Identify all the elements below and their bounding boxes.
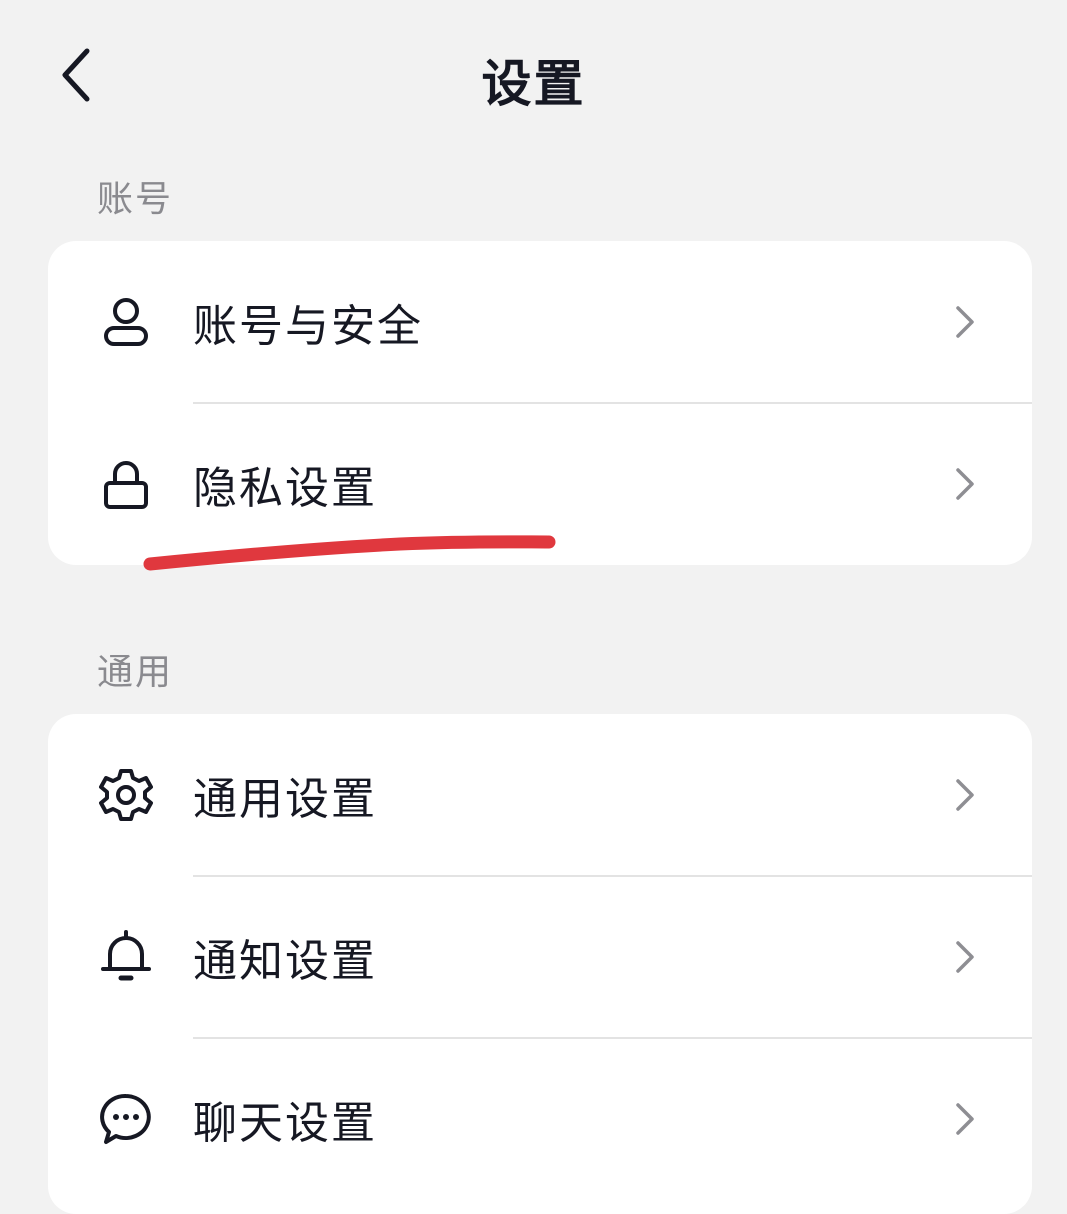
general-settings-card: 通用设置 通知设置 聊天设置 [48, 714, 1032, 1214]
bell-icon [96, 927, 156, 987]
section-label-account: 账号 [97, 179, 174, 220]
user-icon [96, 292, 156, 352]
chevron-right-icon [950, 464, 980, 504]
page-title: 设置 [481, 55, 586, 113]
settings-item-general[interactable]: 通用设置 [48, 714, 1032, 876]
settings-item-label: 隐私设置 [193, 463, 377, 514]
settings-item-label: 账号与安全 [193, 301, 423, 352]
chevron-right-icon [950, 775, 980, 815]
section-label-general: 通用 [97, 652, 174, 693]
gear-icon [96, 765, 156, 825]
chevron-right-icon [950, 302, 980, 342]
settings-item-label: 通用设置 [193, 774, 377, 825]
settings-item-notifications[interactable]: 通知设置 [48, 876, 1032, 1038]
account-settings-card: 账号与安全 隐私设置 [48, 241, 1032, 565]
top-navigation-bar: 设置 [0, 0, 1067, 150]
chevron-right-icon [950, 1099, 980, 1139]
chat-bubble-icon [96, 1089, 156, 1149]
settings-item-privacy[interactable]: 隐私设置 [48, 403, 1032, 565]
settings-item-account-security[interactable]: 账号与安全 [48, 241, 1032, 403]
chevron-right-icon [950, 937, 980, 977]
settings-item-chat[interactable]: 聊天设置 [48, 1038, 1032, 1200]
lock-icon [96, 454, 156, 514]
settings-item-label: 聊天设置 [193, 1098, 377, 1149]
settings-item-label: 通知设置 [193, 936, 377, 987]
